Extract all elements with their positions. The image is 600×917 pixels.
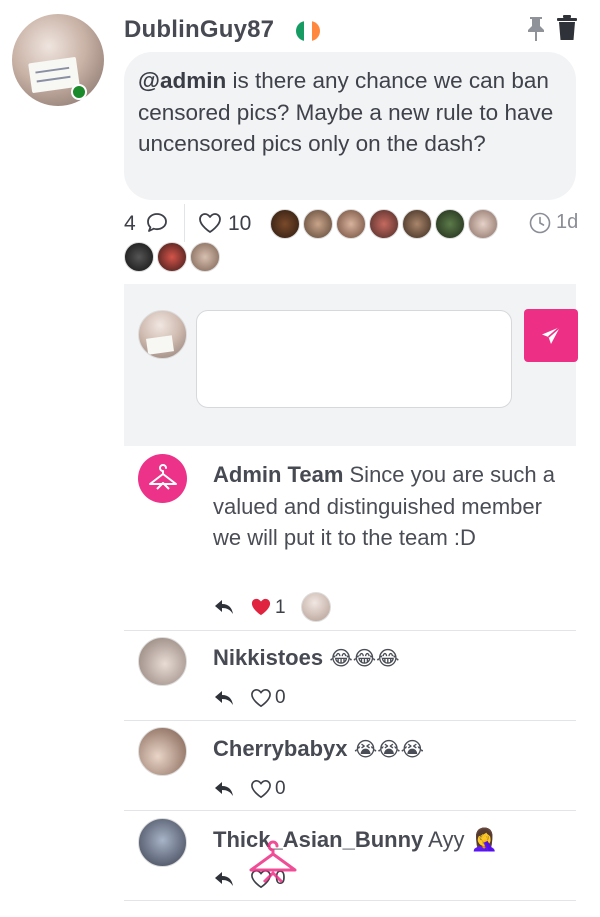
reply-icon[interactable] (213, 779, 235, 799)
liker-avatar[interactable] (369, 209, 399, 239)
like-count: 10 (228, 212, 252, 235)
commenter-avatar[interactable] (138, 727, 187, 776)
hanger-logo-icon (148, 463, 177, 490)
heart-icon[interactable] (250, 779, 272, 799)
liker-avatar[interactable] (303, 209, 333, 239)
send-button[interactable] (524, 309, 578, 362)
liker-avatar[interactable] (190, 242, 220, 272)
comment-divider (124, 900, 576, 901)
liker-avatar[interactable] (124, 242, 154, 272)
comment-author[interactable]: Nikkistoes (213, 645, 323, 670)
comment-like-count: 0 (275, 778, 286, 799)
comment-body: 😭😭😭 (347, 737, 424, 761)
heart-icon[interactable] (250, 869, 272, 889)
comment-text: Cherrybabyx 😭😭😭 (213, 733, 573, 766)
comment-text: Nikkistoes 😂😂😂 (213, 642, 573, 675)
trash-icon[interactable] (556, 15, 578, 41)
liker-avatar[interactable] (157, 242, 187, 272)
comment-body: Ayy 🤦‍♀️ (423, 827, 498, 852)
stats-divider (184, 204, 185, 242)
current-user-avatar (138, 310, 187, 359)
heart-icon[interactable] (250, 688, 272, 708)
liker-avatar[interactable] (336, 209, 366, 239)
comment-author[interactable]: Thick_Asian_Bunny (213, 827, 423, 852)
liker-avatar[interactable] (468, 209, 498, 239)
comment-text: Thick_Asian_Bunny Ayy 🤦‍♀️ (213, 824, 573, 856)
comment-text: Admin Team Since you are such a valued a… (213, 459, 573, 554)
liker-avatar[interactable] (402, 209, 432, 239)
pin-icon[interactable] (526, 16, 546, 42)
liker-avatar[interactable] (270, 209, 300, 239)
commenter-avatar[interactable] (138, 818, 187, 867)
reply-icon[interactable] (213, 688, 235, 708)
comment-count: 4 (124, 212, 136, 235)
comment-divider (124, 720, 576, 721)
comment-like-count: 1 (275, 597, 286, 618)
post-timestamp: 1d (556, 211, 579, 233)
comment-like-count: 0 (275, 687, 286, 708)
comment-divider (124, 630, 576, 631)
comment-author[interactable]: Cherrybabyx (213, 736, 348, 761)
reply-icon[interactable] (213, 869, 235, 889)
send-icon (542, 325, 561, 344)
comment-divider (124, 810, 576, 811)
heart-icon[interactable] (198, 212, 222, 234)
comment-icon[interactable] (145, 211, 169, 235)
online-status-indicator (71, 84, 87, 100)
comment-like-count: 0 (275, 868, 286, 889)
comment-body: 😂😂😂 (323, 646, 400, 670)
post-author-name[interactable]: DublinGuy87 (124, 16, 274, 44)
reply-input[interactable] (196, 310, 512, 408)
commenter-avatar[interactable] (138, 637, 187, 686)
comment-author[interactable]: Admin Team (213, 462, 343, 487)
post-author-avatar[interactable] (12, 14, 104, 106)
post-body: @admin is there any chance we can ban ce… (124, 52, 576, 200)
admin-avatar[interactable] (138, 454, 187, 503)
admin-mention-link[interactable]: @admin (138, 68, 226, 93)
liker-avatar[interactable] (301, 592, 331, 622)
heart-icon[interactable] (250, 597, 272, 617)
reply-icon[interactable] (213, 597, 235, 617)
liker-avatar[interactable] (435, 209, 465, 239)
ireland-flag-icon (296, 21, 320, 41)
clock-icon (529, 212, 551, 234)
